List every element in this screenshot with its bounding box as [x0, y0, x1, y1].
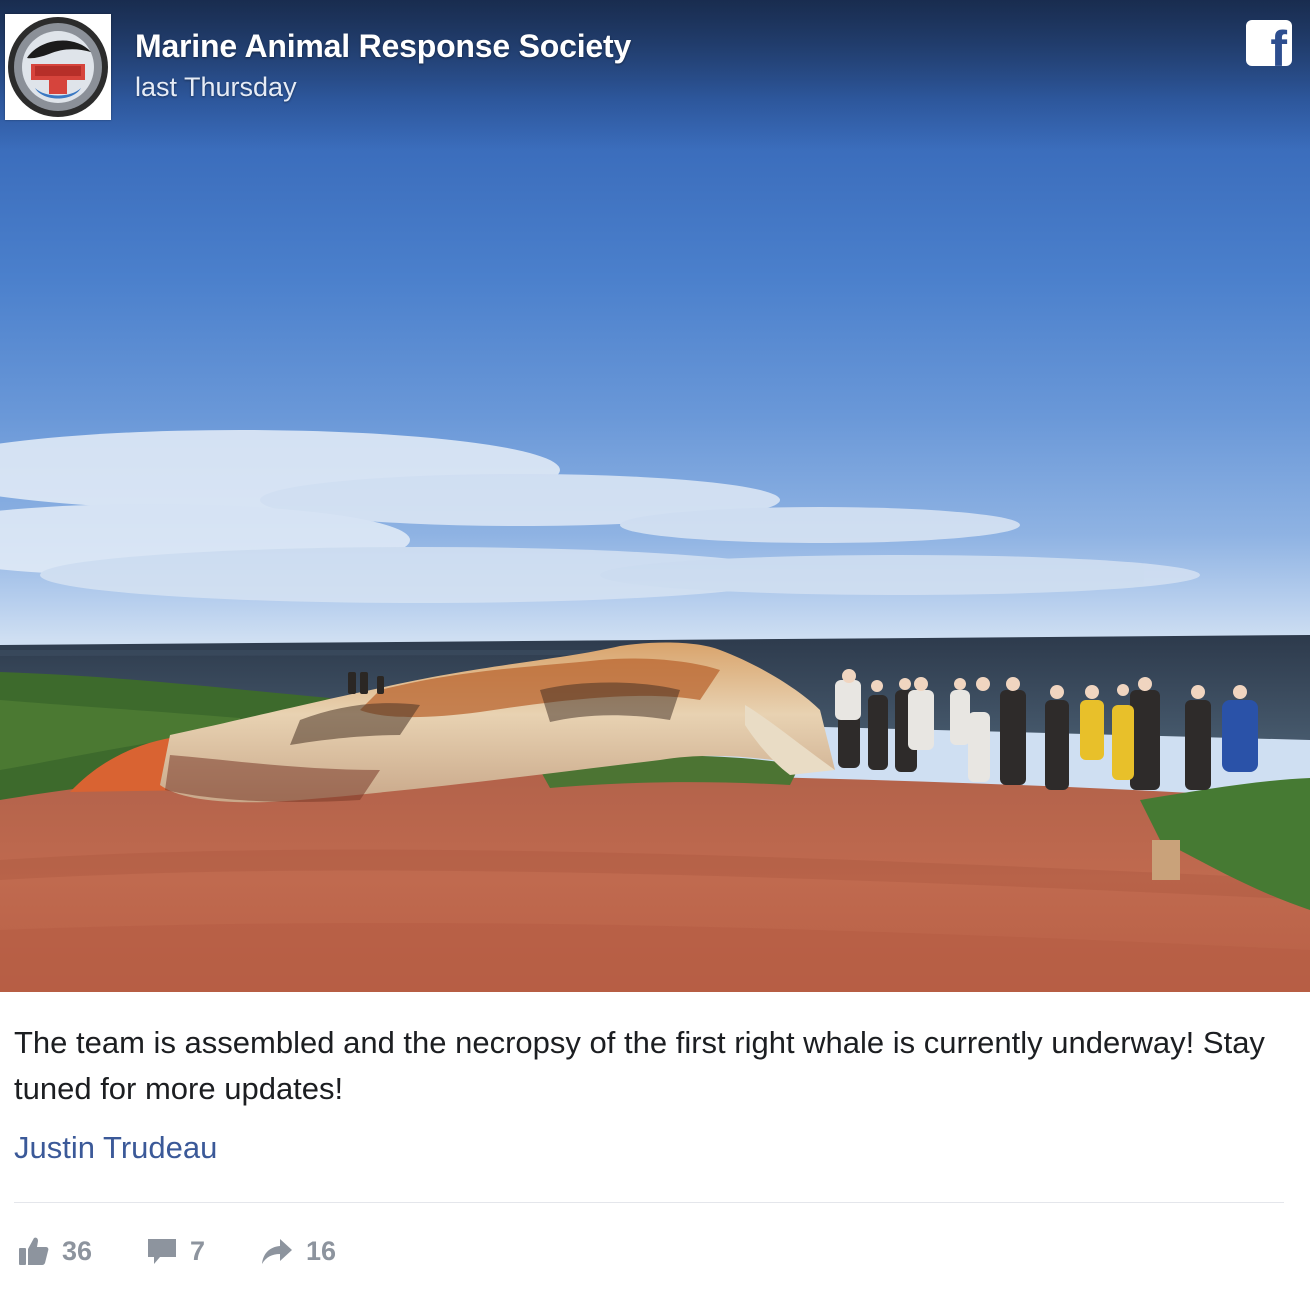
- thumbs-up-icon: [19, 1237, 49, 1265]
- comment-count: 7: [190, 1235, 206, 1266]
- beach-whale-scene: [0, 0, 1310, 992]
- page-name[interactable]: Marine Animal Response Society: [135, 26, 631, 66]
- post-caption: The team is assembled and the necropsy o…: [14, 1025, 1265, 1106]
- share-button[interactable]: 16: [260, 1230, 336, 1272]
- share-count: 16: [306, 1235, 337, 1266]
- divider: [14, 1202, 1284, 1203]
- like-count: 36: [62, 1235, 93, 1266]
- facebook-post-embed: Marine Animal Response Society last Thur…: [0, 0, 1310, 1298]
- share-arrow-icon: [262, 1239, 292, 1264]
- comment-icon: [148, 1239, 176, 1264]
- tagged-person-link[interactable]: Justin Trudeau: [14, 1126, 217, 1170]
- mars-logo-icon: [8, 17, 108, 117]
- like-button[interactable]: 36: [18, 1230, 92, 1272]
- post-timestamp[interactable]: last Thursday: [135, 70, 297, 104]
- page-avatar[interactable]: [5, 14, 111, 120]
- post-photo[interactable]: [0, 0, 1310, 992]
- facebook-icon[interactable]: f: [1246, 20, 1292, 66]
- comment-button[interactable]: 7: [146, 1230, 205, 1272]
